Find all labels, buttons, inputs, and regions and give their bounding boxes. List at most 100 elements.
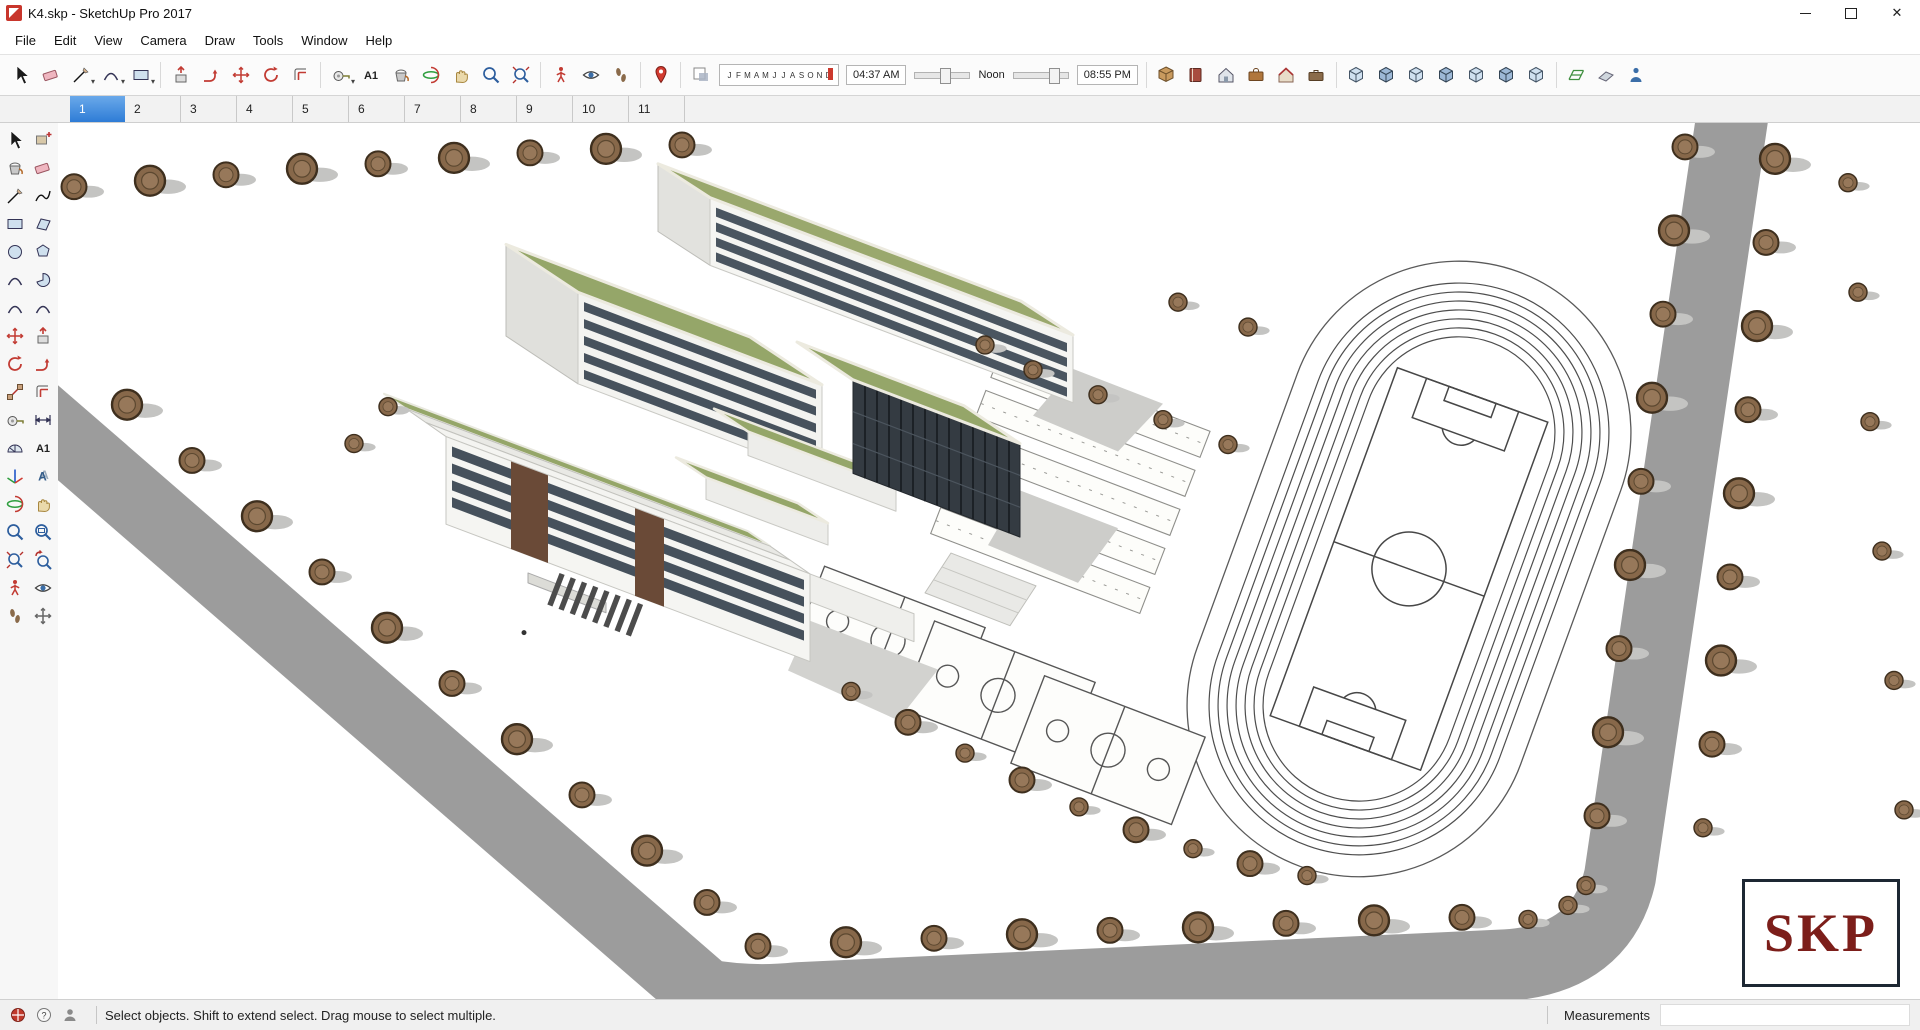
line-tools-button[interactable]: ▾ [66,60,95,90]
circle-tool[interactable] [2,239,28,265]
pie-tool[interactable] [30,267,56,293]
scene-tab-1[interactable]: 1 [70,96,125,122]
measurements-input[interactable] [1660,1004,1910,1026]
wireframe-style-button[interactable] [1402,60,1431,90]
position-camera-tool[interactable] [2,575,28,601]
menu-help[interactable]: Help [357,26,402,54]
line-tool[interactable] [2,183,28,209]
tree-row-left-road[interactable] [112,390,738,916]
scene-tab-2[interactable]: 2 [125,96,181,122]
rotate-button[interactable] [256,60,285,90]
orbit-tool[interactable] [2,491,28,517]
close-button[interactable]: ✕ [1874,0,1920,26]
select-tool-button[interactable] [6,60,35,90]
photo-textures-button[interactable] [1622,60,1651,90]
follow-me-tool[interactable] [30,351,56,377]
zoom-button[interactable] [476,60,505,90]
menu-edit[interactable]: Edit [45,26,85,54]
materials-button[interactable] [1212,60,1241,90]
menu-window[interactable]: Window [292,26,356,54]
make-component-tool[interactable] [30,127,56,153]
tree-row-top[interactable] [60,131,713,201]
rotate-tool[interactable] [2,351,28,377]
next-view-tool[interactable] [30,603,56,629]
eraser-tool-button[interactable] [36,60,65,90]
two-point-arc-tool[interactable] [2,295,28,321]
minimize-button[interactable] [1782,0,1828,26]
walk-tool[interactable] [2,603,28,629]
slider-thumb[interactable] [1048,67,1060,84]
model-viewport[interactable]: SKP [58,123,1920,999]
text-tool[interactable] [30,435,56,461]
text-button[interactable] [356,60,385,90]
look-around-button[interactable] [576,60,605,90]
shadows-toggle-button[interactable] [686,60,715,90]
sign-in-icon[interactable] [62,1007,78,1023]
protractor-tool[interactable] [2,435,28,461]
scene-tab-8[interactable]: 8 [461,96,517,122]
x-ray-style-button[interactable] [1342,60,1371,90]
scene-tab-4[interactable]: 4 [237,96,293,122]
offset-button[interactable] [286,60,315,90]
follow-me-button[interactable] [196,60,225,90]
three-point-arc-tool[interactable] [30,295,56,321]
polygon-tool[interactable] [30,239,56,265]
hidden-line-style-button[interactable] [1432,60,1461,90]
scene-tab-10[interactable]: 10 [573,96,629,122]
scene-tab-11[interactable]: 11 [629,96,685,122]
position-camera-button[interactable] [546,60,575,90]
credits-info-icon[interactable] [36,1007,52,1023]
back-edges-style-button[interactable] [1372,60,1401,90]
instructor-button[interactable] [1272,60,1301,90]
previous-view-tool[interactable] [30,547,56,573]
look-around-tool[interactable] [30,575,56,601]
pan-button[interactable] [446,60,475,90]
eraser-tool[interactable] [30,155,56,181]
select-tool[interactable] [2,127,28,153]
paint-bucket-tool[interactable] [2,155,28,181]
push-pull-tool[interactable] [30,323,56,349]
shape-tools-button[interactable]: ▾ [126,60,155,90]
pan-tool[interactable] [30,491,56,517]
offset-tool[interactable] [30,379,56,405]
menu-draw[interactable]: Draw [196,26,244,54]
school-buildings[interactable] [383,162,1075,663]
arc-tools-button[interactable]: ▾ [96,60,125,90]
menu-tools[interactable]: Tools [244,26,292,54]
zoom-window-tool[interactable] [30,519,56,545]
arc-tool[interactable] [2,267,28,293]
scene-tab-5[interactable]: 5 [293,96,349,122]
menu-view[interactable]: View [85,26,131,54]
drape-button[interactable] [1592,60,1621,90]
zoom-tool[interactable] [2,519,28,545]
zoom-extents-tool[interactable] [2,547,28,573]
3d-text-tool[interactable] [30,463,56,489]
model-info-button[interactable] [1302,60,1331,90]
tape-measure-tool[interactable] [2,407,28,433]
components-button[interactable] [1182,60,1211,90]
menu-camera[interactable]: Camera [131,26,195,54]
shaded-style-button[interactable] [1462,60,1491,90]
styles-button[interactable] [1242,60,1271,90]
scene-tab-3[interactable]: 3 [181,96,237,122]
orbit-button[interactable] [416,60,445,90]
scene-tab-6[interactable]: 6 [349,96,405,122]
move-tool[interactable] [2,323,28,349]
shadow-date-slider[interactable]: JFMAMJJASOND [719,64,839,86]
push-pull-button[interactable] [166,60,195,90]
freehand-tool[interactable] [30,183,56,209]
tape-measure-button[interactable]: ▾ [326,60,355,90]
rotated-rectangle-tool[interactable] [30,211,56,237]
zoom-extents-button[interactable] [506,60,535,90]
geolocation-icon[interactable] [10,1007,26,1023]
paint-bucket-button[interactable] [386,60,415,90]
shaded-textures-style-button[interactable] [1492,60,1521,90]
slider-thumb[interactable] [939,67,951,84]
add-location-button[interactable] [646,60,675,90]
dimensions-tool[interactable] [30,407,56,433]
shadow-time-slider[interactable] [914,67,971,84]
shadow-date-marker[interactable] [828,68,833,80]
warehouse-button[interactable] [1152,60,1181,90]
scene-tab-7[interactable]: 7 [405,96,461,122]
scale-tool[interactable] [2,379,28,405]
